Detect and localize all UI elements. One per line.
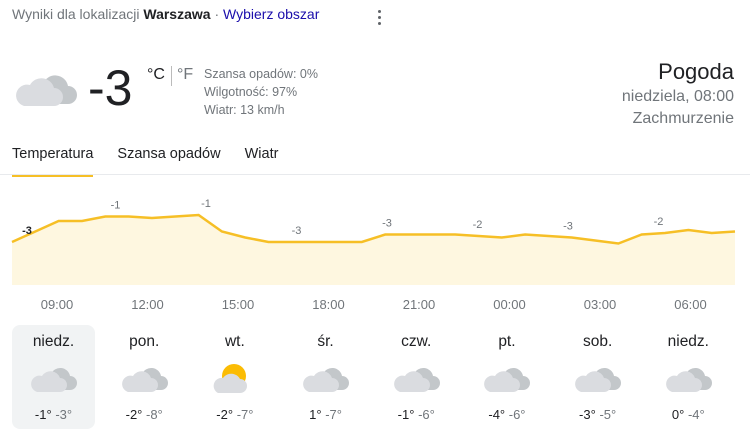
time-label: 21:00 — [402, 297, 436, 312]
day-temps: -4° -6° — [465, 407, 548, 422]
day-low: -7° — [325, 407, 342, 422]
time-label: 00:00 — [493, 297, 526, 312]
day-name: niedz. — [32, 333, 75, 350]
day-name: czw. — [401, 333, 432, 350]
day-high: -2° — [216, 407, 234, 422]
day-forecast[interactable]: śr. 1° -7° — [284, 325, 367, 429]
day-forecast[interactable]: czw. -1° -6° — [375, 325, 458, 429]
day-temps: -1° -6° — [375, 407, 458, 422]
unit-divider — [170, 66, 172, 86]
day-temps: 0° -4° — [647, 407, 730, 422]
fahrenheit-unit[interactable]: °F — [177, 66, 193, 84]
day-low: -8° — [146, 407, 163, 422]
cloudy-icon — [664, 360, 714, 401]
day-name: wt. — [224, 333, 245, 350]
chart-data-label: -1 — [201, 198, 211, 210]
time-axis: 09:00 12:00 15:00 18:00 21:00 00:00 03:00 06:00 — [0, 297, 750, 315]
location-separator: · — [214, 6, 220, 22]
weather-title: Pogoda — [658, 59, 734, 84]
day-forecast[interactable]: pon. -2° -8° — [103, 325, 186, 429]
day-name: pon. — [129, 333, 160, 350]
current-details: Szansa opadów: 0% Wilgotność: 97% Wiatr:… — [204, 65, 318, 119]
day-forecast[interactable]: pt. -4° -6° — [465, 325, 548, 429]
day-high: 1° — [309, 407, 322, 422]
day-temps: 1° -7° — [284, 407, 367, 422]
day-low: -7° — [236, 407, 254, 422]
tab-wind[interactable]: Wiatr — [245, 144, 279, 174]
day-forecast[interactable]: niedz. -1° -3° — [12, 325, 95, 429]
temperature-chart: -3 -1 -1 -3 -3 -2 -3 -2 — [11, 198, 736, 285]
day-name: sob. — [582, 333, 613, 350]
daily-forecast: niedz. -1° -3° pon. -2° -8° wt. -2° -7° śr. 1° … — [12, 325, 738, 429]
time-label: 09:00 — [40, 297, 74, 312]
chart-tabs: Temperatura Szansa opadów Wiatr — [12, 144, 302, 177]
wind-speed: Wiatr: 13 km/h — [204, 103, 285, 117]
day-low: -3° — [55, 407, 73, 422]
day-forecast[interactable]: niedz. 0° -4° — [647, 325, 730, 429]
cloudy-icon — [573, 360, 623, 401]
time-label: 06:00 — [674, 297, 707, 312]
day-forecast[interactable]: wt. -2° -7° — [193, 325, 276, 429]
day-temps: -2° -8° — [103, 407, 186, 422]
change-location-link[interactable]: Wybierz obszar — [223, 6, 319, 22]
day-temps: -1° -3° — [12, 407, 95, 422]
current-weather-cloudy-icon — [14, 64, 78, 117]
day-forecast[interactable]: sob. -3° -5° — [556, 325, 639, 429]
day-high: 0° — [671, 407, 685, 422]
chart-data-label: -3 — [292, 225, 302, 237]
location-prefix: Wyniki dla lokalizacji — [12, 6, 140, 22]
chart-data-label: -1 — [111, 200, 121, 212]
more-options-icon[interactable] — [372, 7, 386, 27]
partly-cloudy-icon — [210, 360, 260, 401]
weather-condition: Zachmurzenie — [632, 110, 734, 127]
chart-data-label: -3 — [22, 225, 32, 237]
location-city: Warszawa — [143, 6, 211, 22]
tab-temperature[interactable]: Temperatura — [12, 144, 94, 177]
day-name: pt. — [498, 333, 516, 350]
day-temps: -2° -7° — [193, 407, 276, 422]
day-low: -6° — [418, 407, 435, 422]
chart-data-label: -2 — [473, 219, 483, 231]
tab-precipitation[interactable]: Szansa opadów — [117, 144, 220, 174]
day-high: -1° — [397, 407, 415, 422]
unit-switcher: °C °F — [147, 66, 193, 86]
location-line: Wyniki dla lokalizacji Warszawa · Wybier… — [12, 6, 319, 22]
day-low: -6° — [508, 407, 526, 422]
cloudy-icon — [482, 360, 532, 401]
day-high: -3° — [579, 407, 596, 422]
celsius-unit[interactable]: °C — [147, 66, 165, 84]
tabs-divider — [0, 174, 750, 175]
time-label: 12:00 — [131, 297, 164, 312]
day-temps: -3° -5° — [556, 407, 639, 422]
day-high: -1° — [34, 407, 52, 422]
chart-data-label: -3 — [563, 221, 573, 233]
day-high: -4° — [488, 407, 506, 422]
cloudy-icon — [120, 360, 170, 401]
precip-chance: Szansa opadów: 0% — [204, 67, 318, 81]
temperature-area — [12, 215, 735, 285]
time-label: 03:00 — [583, 297, 617, 312]
chart-data-label: -3 — [382, 218, 392, 230]
day-low: -5° — [599, 407, 617, 422]
weather-header: Pogoda niedziela, 08:00 Zachmurzenie — [622, 58, 734, 130]
time-label: 18:00 — [312, 297, 345, 312]
day-high: -2° — [125, 407, 143, 422]
weather-datetime: niedziela, 08:00 — [621, 88, 734, 105]
day-name: niedz. — [667, 333, 709, 350]
current-temperature: -3 — [88, 60, 133, 116]
cloudy-icon — [301, 360, 351, 401]
chart-data-label: -2 — [654, 216, 664, 228]
humidity: Wilgotność: 97% — [204, 85, 298, 99]
cloudy-icon — [29, 360, 79, 401]
day-low: -4° — [687, 407, 705, 422]
cloudy-icon — [392, 360, 442, 401]
day-name: śr. — [317, 333, 334, 350]
time-label: 15:00 — [221, 297, 255, 312]
